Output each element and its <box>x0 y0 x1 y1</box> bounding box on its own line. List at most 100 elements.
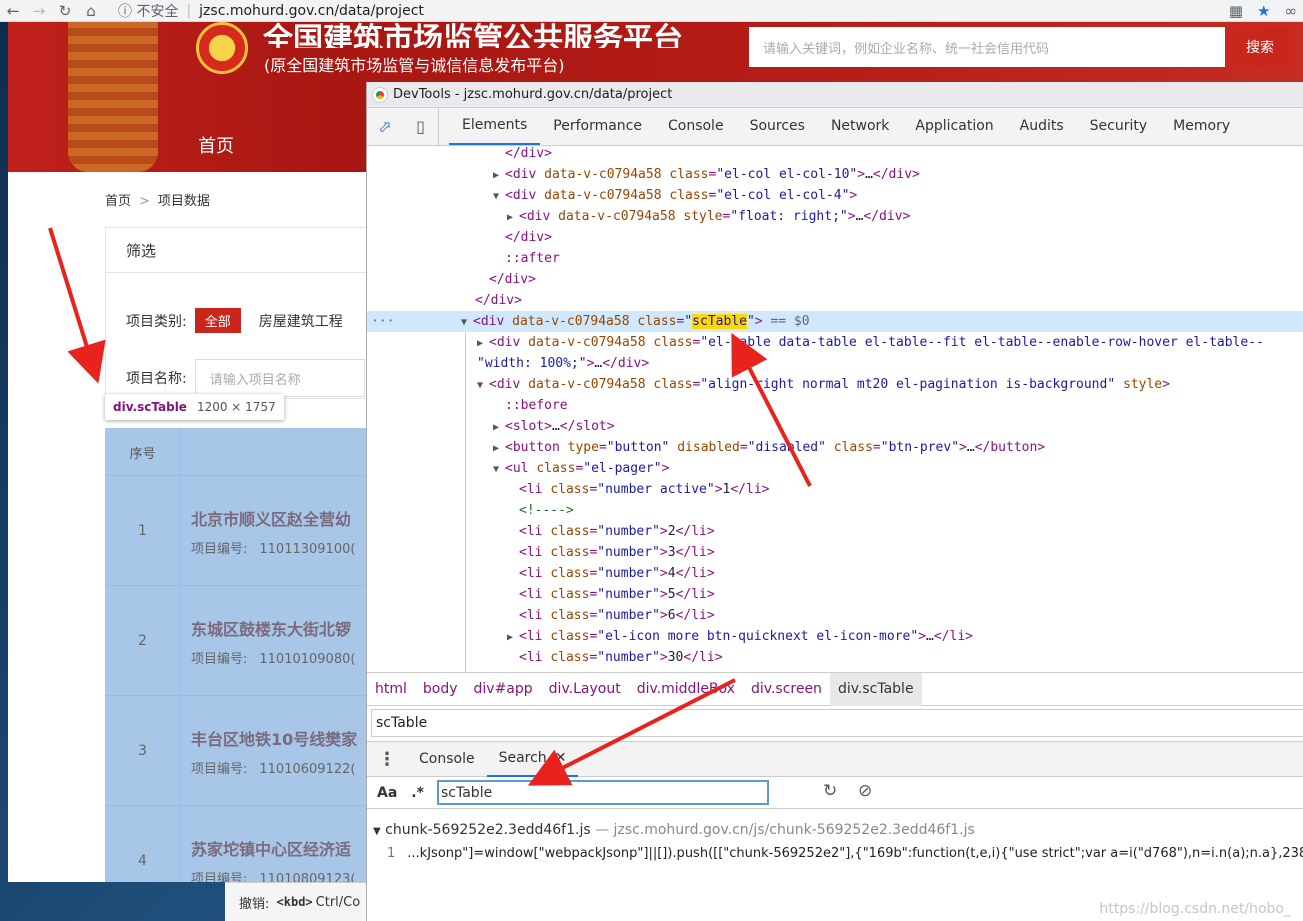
dom-node[interactable]: </div> <box>505 146 552 164</box>
home-icon[interactable]: ⌂ <box>78 0 104 22</box>
category-house-tag[interactable]: 房屋建筑工程 <box>259 311 343 331</box>
reload-icon[interactable]: ↻ <box>52 0 78 22</box>
inspect-element-icon[interactable]: ⬀ <box>367 107 403 145</box>
more-menu-icon[interactable]: ⋮ <box>367 749 407 770</box>
table-row[interactable]: 4 苏家坨镇中心区经济适 项目编号: 11010809123( <box>105 806 375 882</box>
project-table-highlighted: 序号 1 北京市顺义区赵全营幼 项目编号: 11011309100( 2 东城区鼓… <box>105 428 375 882</box>
devtools-tabbar: ⬀ ▯ Elements Performance Console Sources… <box>367 107 1303 146</box>
tree-guide-line <box>465 314 466 672</box>
dom-node[interactable]: ▼ <div data-v-c0794a58 class="align-right… <box>477 374 1170 395</box>
drawer-tabbar: ⋮ Console Search ✕ <box>367 741 1303 777</box>
dom-node[interactable]: </div> <box>505 227 552 248</box>
crumb-body[interactable]: body <box>415 673 466 706</box>
filter-title: 筛选 <box>106 228 374 273</box>
dom-node[interactable]: <li class="number">4</li> <box>519 563 715 584</box>
code-value: 11010609122( <box>259 762 356 777</box>
row-seq: 1 <box>105 476 181 586</box>
global-search-input[interactable]: scTable <box>437 780 769 805</box>
table-row[interactable]: 2 东城区鼓楼东大街北锣 项目编号: 11010109080( <box>105 586 375 696</box>
dom-find-input[interactable]: scTable <box>371 709 1303 737</box>
table-row[interactable]: 3 丰台区地铁10号线樊家 项目编号: 11010609122( <box>105 696 375 806</box>
result-file-header[interactable]: ▼ chunk-569252e2.3edd46f1.js — jzsc.mohu… <box>373 822 975 838</box>
url-text: jzsc.mohurd.gov.cn/data/project <box>199 2 424 19</box>
dom-node[interactable]: <!----> <box>519 500 574 521</box>
dom-node[interactable]: ::after <box>505 248 560 269</box>
tab-security[interactable]: Security <box>1077 107 1161 145</box>
result-line[interactable]: 1 ...kJsonp"]=window["webpackJsonp"]||[])… <box>387 846 1303 861</box>
dom-node[interactable]: "width: 100%;">…</div> <box>477 353 649 374</box>
collapse-triangle-icon[interactable]: ▼ <box>373 826 381 837</box>
dom-node[interactable]: <li class="number active">1</li> <box>519 479 769 500</box>
dom-node[interactable]: ▶ <slot>…</slot> <box>493 416 615 437</box>
clear-icon[interactable]: ⊘ <box>858 781 872 801</box>
tab-sources[interactable]: Sources <box>737 107 818 145</box>
drawer-tab-console[interactable]: Console <box>407 741 487 777</box>
info-icon[interactable]: ⓘ <box>118 1 132 21</box>
dom-node[interactable]: ▼ <div data-v-c0794a58 class="el-col el-c… <box>493 185 857 206</box>
tab-console[interactable]: Console <box>655 107 737 145</box>
row-seq: 3 <box>105 696 181 806</box>
forward-arrow-icon[interactable]: → <box>26 0 52 22</box>
close-icon[interactable]: ✕ <box>555 750 567 766</box>
code-label: 项目编号: <box>191 652 248 667</box>
crumb-sctable[interactable]: div.scTable <box>829 672 922 706</box>
tab-network[interactable]: Network <box>818 107 902 145</box>
name-row: 项目名称: 请输入项目名称 <box>126 359 365 397</box>
code-value: 11010109080( <box>259 652 356 667</box>
dom-node-selected[interactable]: ··· ▼ <div data-v-c0794a58 class="scTable"… <box>367 311 1303 332</box>
extension-icon[interactable]: ∞ <box>1285 2 1298 20</box>
row-seq: 2 <box>105 586 181 696</box>
crumb-screen[interactable]: div.screen <box>743 673 830 706</box>
tab-performance[interactable]: Performance <box>540 107 655 145</box>
table-header: 序号 <box>105 428 375 476</box>
dom-node[interactable]: </div> <box>475 290 522 311</box>
crumb-html[interactable]: html <box>367 673 415 706</box>
dom-node[interactable]: <li class="number">3</li> <box>519 542 715 563</box>
refresh-icon[interactable]: ↻ <box>823 781 837 801</box>
dom-node[interactable]: </div> <box>489 269 536 290</box>
breadcrumb-home[interactable]: 首页 <box>105 194 131 209</box>
code-value: 11011309100( <box>259 542 356 557</box>
dom-node[interactable]: ::before <box>505 395 568 416</box>
dom-node[interactable]: ▶ <button type="button" disabled="disable… <box>493 437 1045 458</box>
row-title-link[interactable]: 东城区鼓楼东大街北锣 <box>191 616 351 640</box>
site-search-input[interactable]: 请输入关键词，例如企业名称、统一社会信用代码 <box>749 27 1225 67</box>
dom-node[interactable]: ▶ <div data-v-c0794a58 style="float: righ… <box>507 206 910 227</box>
tab-audits[interactable]: Audits <box>1007 107 1077 145</box>
tab-elements[interactable]: Elements <box>449 107 541 145</box>
tooltip-selector: div.scTable <box>113 400 187 414</box>
nav-home-link[interactable]: 首页 <box>198 132 234 158</box>
element-inspect-tooltip: div.scTable 1200 × 1757 <box>105 394 284 420</box>
category-all-tag[interactable]: 全部 <box>194 308 241 333</box>
dom-tree[interactable]: </div> ▶ <div data-v-c0794a58 class="el-c… <box>367 146 1303 672</box>
regex-toggle[interactable]: .* <box>411 785 424 801</box>
row-title-link[interactable]: 苏家坨镇中心区经济适 <box>191 836 351 860</box>
site-search-button[interactable]: 搜索 <box>1225 27 1295 67</box>
bookmark-star-icon[interactable]: ★ <box>1257 2 1270 20</box>
drawer-tab-search[interactable]: Search ✕ <box>486 741 579 777</box>
dom-node[interactable]: ▶ <li class="el-icon more btn-quicknext e… <box>507 626 973 647</box>
table-row[interactable]: 1 北京市顺义区赵全营幼 项目编号: 11011309100( <box>105 476 375 586</box>
project-name-input[interactable]: 请输入项目名称 <box>194 359 365 397</box>
crumb-layout[interactable]: div.Layout <box>541 673 629 706</box>
crumb-app[interactable]: div#app <box>466 673 541 706</box>
dom-node[interactable]: <li class="number">6</li> <box>519 605 715 626</box>
match-case-toggle[interactable]: Aa <box>377 785 397 801</box>
back-arrow-icon[interactable]: ← <box>0 0 26 22</box>
dom-node[interactable]: <li class="number">2</li> <box>519 521 715 542</box>
device-toolbar-icon[interactable]: ▯ <box>403 107 439 145</box>
dom-node[interactable]: ▼ <ul class="el-pager"> <box>493 458 669 479</box>
translate-icon[interactable]: ▦ <box>1229 2 1243 20</box>
dom-node[interactable]: <li class="number">5</li> <box>519 584 715 605</box>
dom-node[interactable]: ▶ <div data-v-c0794a58 class="el-col el-c… <box>493 164 920 185</box>
tab-application[interactable]: Application <box>902 107 1006 145</box>
dom-node[interactable]: ▶ <div data-v-c0794a58 class="el-table da… <box>477 332 1264 353</box>
tab-memory[interactable]: Memory <box>1160 107 1243 145</box>
browser-toolbar: ← → ↻ ⌂ ⓘ 不安全 | jzsc.mohurd.gov.cn/data/… <box>0 0 1303 22</box>
dom-node[interactable]: <li class="number">30</li> <box>519 647 723 668</box>
omnibox[interactable]: ⓘ 不安全 | jzsc.mohurd.gov.cn/data/project <box>118 1 424 21</box>
crumb-middlebox[interactable]: div.middleBox <box>629 673 743 706</box>
devtools-titlebar: DevTools - jzsc.mohurd.gov.cn/data/proje… <box>367 82 1303 108</box>
row-title-link[interactable]: 北京市顺义区赵全营幼 <box>191 506 351 530</box>
row-title-link[interactable]: 丰台区地铁10号线樊家 <box>191 726 357 750</box>
